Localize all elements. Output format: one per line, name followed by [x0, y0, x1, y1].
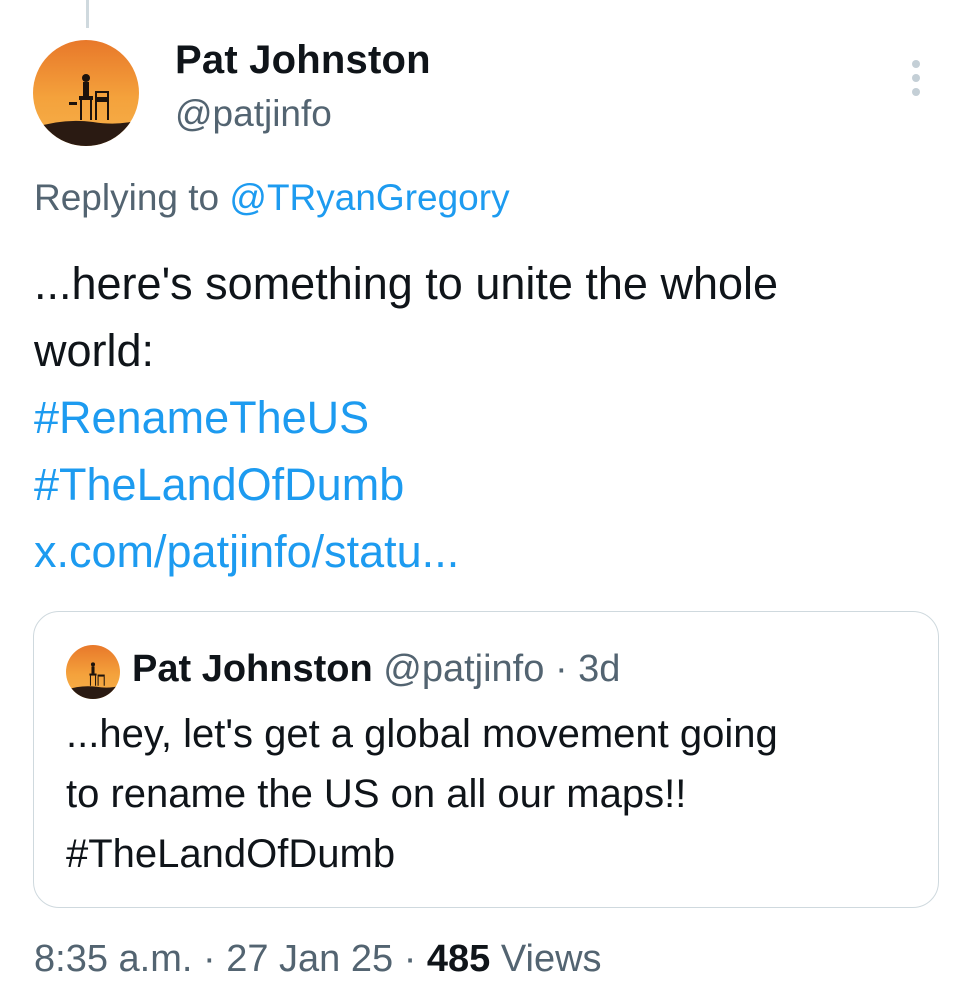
quoted-author-avatar[interactable] — [66, 645, 120, 699]
tweet-text-line: ...here's something to unite the whole — [34, 258, 779, 309]
sunset-avatar-image — [66, 645, 120, 699]
status-url-link[interactable]: x.com/patjinfo/statu... — [34, 518, 954, 585]
tweet-text: ...here's something to unite the whole w… — [34, 250, 954, 585]
quoted-tweet-card[interactable]: Pat Johnston @patjinfo · 3d ...hey, let'… — [33, 611, 939, 908]
tweet-meta: 8:35 a.m. · 27 Jan 25 · 485 Views — [34, 932, 602, 986]
tweet-time[interactable]: 8:35 a.m. — [34, 938, 192, 980]
author-avatar[interactable] — [33, 40, 139, 146]
thread-connector-line — [86, 0, 89, 28]
replying-to-mention[interactable]: @TRyanGregory — [229, 177, 509, 218]
quoted-text-line: ...hey, let's get a global movement goin… — [66, 712, 778, 756]
author-name[interactable]: Pat Johnston — [175, 36, 431, 84]
quoted-author-handle[interactable]: @patjinfo — [383, 648, 544, 690]
replying-prefix: Replying to — [34, 177, 220, 218]
more-options-button[interactable] — [898, 56, 934, 100]
quoted-tweet-header: Pat Johnston @patjinfo · 3d — [132, 644, 620, 694]
quoted-author-name[interactable]: Pat Johnston — [132, 648, 373, 690]
more-vertical-icon — [912, 60, 920, 96]
separator-dot: · — [202, 938, 216, 980]
hashtag-link[interactable]: #TheLandOfDumb — [34, 451, 954, 518]
views-count: 485 — [426, 938, 491, 980]
views-label: Views — [500, 938, 602, 980]
sunset-avatar-image — [33, 40, 139, 146]
replying-to-line: Replying to @TRyanGregory — [34, 174, 510, 222]
separator-dot: · — [554, 648, 568, 690]
hashtag-link[interactable]: #RenameTheUS — [34, 384, 954, 451]
quoted-tweet-text: ...hey, let's get a global movement goin… — [66, 704, 916, 884]
quoted-tweet-age[interactable]: 3d — [578, 648, 620, 690]
author-handle[interactable]: @patjinfo — [175, 92, 332, 136]
tweet-date[interactable]: 27 Jan 25 — [226, 938, 393, 980]
separator-dot: · — [403, 938, 417, 980]
quoted-hashtag: #TheLandOfDumb — [66, 832, 396, 876]
tweet-text-line: world: — [34, 325, 155, 376]
quoted-text-line: to rename the US on all our maps!! — [66, 772, 687, 816]
